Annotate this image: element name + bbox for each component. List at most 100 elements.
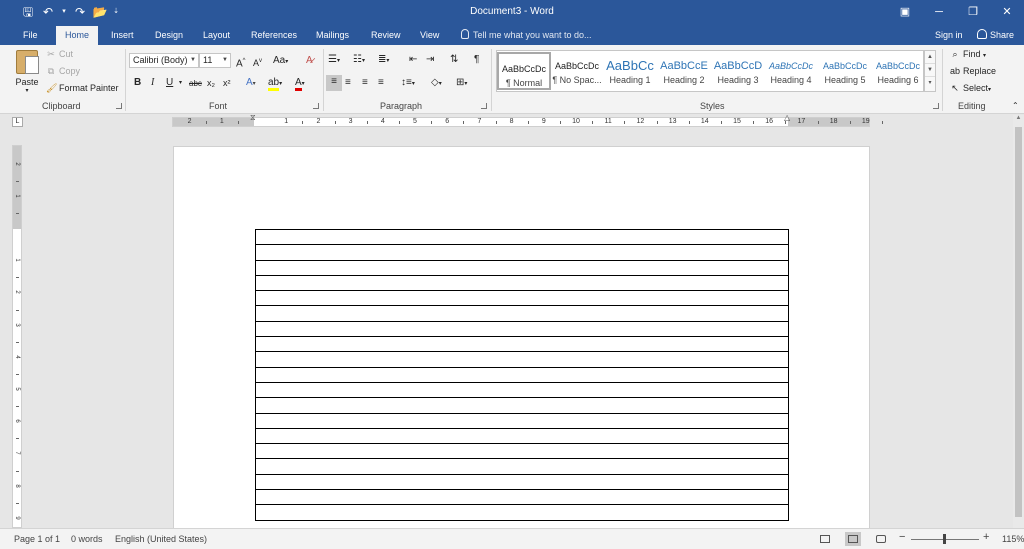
superscript-button[interactable]: x² <box>223 76 231 90</box>
table-row[interactable] <box>255 305 789 322</box>
table-cell[interactable] <box>255 320 789 338</box>
table-cell[interactable] <box>255 290 789 307</box>
sign-in-link[interactable]: Sign in <box>935 27 963 43</box>
table-row[interactable] <box>255 473 789 491</box>
table-row[interactable] <box>255 412 789 429</box>
zoom-in-button[interactable]: + <box>983 532 989 543</box>
shrink-font-button[interactable]: Av <box>253 54 262 70</box>
copy-button[interactable]: ⧉ Copy <box>46 66 80 77</box>
document-page[interactable] <box>173 146 870 536</box>
web-layout-button[interactable] <box>873 532 889 546</box>
tab-mailings[interactable]: Mailings <box>316 27 349 45</box>
horizontal-ruler[interactable]: 2 1 1 2 3 4 5 6 7 8 9 10 11 12 13 14 15 16 17 18 19 <box>172 117 883 127</box>
align-right-icon[interactable]: ≡ <box>362 76 368 90</box>
tab-view[interactable]: View <box>420 27 439 45</box>
tab-layout[interactable]: Layout <box>203 27 230 45</box>
table-row[interactable] <box>255 274 789 292</box>
restore-button[interactable]: ❐ <box>956 0 990 24</box>
replace-button[interactable]: ab Replace <box>950 66 996 76</box>
table-cell[interactable] <box>255 412 789 429</box>
read-mode-button[interactable] <box>817 532 833 546</box>
left-indent-marker[interactable]: ⧖ <box>250 113 256 123</box>
table-row[interactable] <box>255 504 789 521</box>
style-normal[interactable]: AaBbCcDc ¶ Normal <box>497 52 551 90</box>
table-row[interactable] <box>255 244 789 261</box>
vertical-scrollbar[interactable]: ▲ <box>1013 115 1024 528</box>
tab-file[interactable]: File <box>23 27 38 45</box>
clear-formatting-icon[interactable]: A̷ <box>306 54 313 68</box>
style-no-spacing[interactable]: AaBbCcDc ¶ No Spac... <box>550 51 604 91</box>
paragraph-launcher-icon[interactable] <box>481 103 487 109</box>
paste-button[interactable]: Paste ▾ <box>13 50 41 94</box>
table-row[interactable] <box>255 336 789 353</box>
language-indicator[interactable]: English (United States) <box>115 534 207 545</box>
strikethrough-button[interactable]: abc <box>189 77 202 91</box>
zoom-slider-thumb[interactable] <box>943 534 946 544</box>
table-cell[interactable] <box>255 244 789 261</box>
tab-insert[interactable]: Insert <box>111 27 134 45</box>
table-cell[interactable] <box>255 427 789 445</box>
table-cell[interactable] <box>255 274 789 292</box>
align-center-icon[interactable]: ≡ <box>345 76 351 90</box>
tab-references[interactable]: References <box>251 27 297 45</box>
style-heading-4[interactable]: AaBbCcDc Heading 4 <box>764 51 818 91</box>
table-row[interactable] <box>255 458 789 475</box>
table-row[interactable] <box>255 381 789 399</box>
tab-review[interactable]: Review <box>371 27 401 45</box>
chevron-up-icon[interactable]: ▲ <box>1013 115 1024 125</box>
justify-icon[interactable]: ≡ <box>378 76 384 90</box>
table-cell[interactable] <box>255 228 789 246</box>
table-cell[interactable] <box>255 397 789 414</box>
format-painter-button[interactable]: 🖌 Format Painter <box>46 83 119 94</box>
table-row[interactable] <box>255 290 789 307</box>
table-cell[interactable] <box>255 473 789 491</box>
chevron-down-icon[interactable]: ▼ <box>925 64 935 77</box>
table-row[interactable] <box>255 320 789 338</box>
print-layout-button[interactable] <box>845 532 861 546</box>
line-spacing-icon[interactable]: ↕≡▾ <box>401 76 415 91</box>
text-effects-icon[interactable]: A▾ <box>246 76 256 91</box>
styles-gallery-scroll[interactable]: ▲ ▼ ▾ <box>924 50 936 92</box>
zoom-level[interactable]: 115% <box>1002 534 1024 545</box>
tab-design[interactable]: Design <box>155 27 183 45</box>
chevron-down-icon[interactable]: ▾ <box>179 76 182 90</box>
zoom-out-button[interactable]: − <box>899 532 905 543</box>
share-button[interactable]: Share <box>973 26 1018 44</box>
chevron-up-icon[interactable]: ▲ <box>925 51 935 64</box>
table-cell[interactable] <box>255 504 789 521</box>
table-row[interactable] <box>255 228 789 246</box>
select-button[interactable]: ↖ Select▾ <box>950 83 991 94</box>
bullets-icon[interactable]: ☰▾ <box>328 53 340 68</box>
right-indent-marker[interactable]: △ <box>784 113 790 122</box>
grow-font-button[interactable]: A^ <box>236 54 246 71</box>
table-row[interactable] <box>255 366 789 383</box>
table-row[interactable] <box>255 397 789 414</box>
subscript-button[interactable]: x₂ <box>207 76 215 90</box>
show-formatting-button[interactable]: ¶ <box>474 53 479 67</box>
decrease-indent-icon[interactable]: ⇤ <box>409 53 417 67</box>
style-heading-1[interactable]: AaBbCc Heading 1 <box>603 51 657 91</box>
table-row[interactable] <box>255 259 789 276</box>
borders-icon[interactable]: ⊞▾ <box>456 76 467 91</box>
clipboard-launcher-icon[interactable] <box>116 103 122 109</box>
table-row[interactable] <box>255 427 789 445</box>
scrollbar-thumb[interactable] <box>1015 127 1022 517</box>
style-heading-5[interactable]: AaBbCcDc Heading 5 <box>818 51 872 91</box>
highlight-icon[interactable]: ab▾ <box>268 76 282 91</box>
multilevel-list-icon[interactable]: ≣▾ <box>378 53 389 68</box>
change-case-button[interactable]: Aa▾ <box>273 54 288 69</box>
more-styles-icon[interactable]: ▾ <box>925 77 935 90</box>
table-cell[interactable] <box>255 381 789 399</box>
table-cell[interactable] <box>255 366 789 383</box>
table-row[interactable] <box>255 489 789 506</box>
document-table[interactable] <box>255 228 789 521</box>
font-launcher-icon[interactable] <box>313 103 319 109</box>
font-size-select[interactable]: 11 ▼ <box>199 53 231 68</box>
italic-button[interactable]: I <box>151 76 154 90</box>
bold-button[interactable]: B <box>134 76 141 90</box>
table-cell[interactable] <box>255 443 789 460</box>
word-count[interactable]: 0 words <box>71 534 103 545</box>
numbering-icon[interactable]: ☷▾ <box>353 53 365 68</box>
increase-indent-icon[interactable]: ⇥ <box>426 53 434 67</box>
align-left-icon[interactable]: ≡ <box>326 75 342 91</box>
